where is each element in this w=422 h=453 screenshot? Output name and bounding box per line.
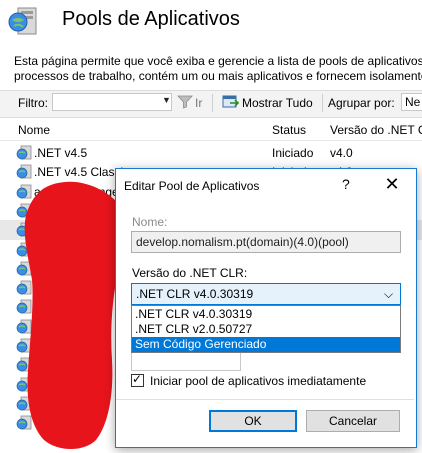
chevron-down-icon[interactable]: ⌵: [384, 287, 393, 302]
ok-button[interactable]: OK: [209, 410, 297, 432]
redaction-mark: [24, 181, 125, 450]
group-by-select[interactable]: Ne: [401, 93, 422, 111]
go-button[interactable]: Ir: [195, 96, 202, 110]
autostart-label[interactable]: Iniciar pool de aplicativos imediatament…: [150, 374, 366, 388]
show-all-icon[interactable]: [222, 94, 240, 110]
toolbar-separator: [212, 94, 213, 112]
filter-dropdown-arrow-icon[interactable]: ▼: [162, 95, 171, 105]
dialog-footer-divider: [116, 399, 414, 400]
row-clr-version: v4.0: [330, 146, 353, 160]
clr-version-select[interactable]: .NET CLR v4.0.30319: [131, 283, 401, 305]
toolbar-separator: [322, 94, 323, 112]
row-status: Iniciado: [272, 146, 314, 160]
name-label: Nome:: [132, 215, 168, 229]
dialog-title: Editar Pool de Aplicativos: [124, 179, 260, 193]
cancel-button[interactable]: Cancelar: [306, 410, 400, 432]
clr-option-no-managed-code[interactable]: Sem Código Gerenciado: [132, 337, 400, 352]
group-by-label: Agrupar por:: [328, 96, 395, 110]
clr-version-dropdown-list: .NET CLR v4.0.30319 .NET CLR v2.0.50727 …: [131, 305, 401, 353]
column-header-clr-version[interactable]: Versão do .NET C: [330, 123, 422, 137]
show-all-button[interactable]: Mostrar Tudo: [242, 96, 313, 110]
name-field: develop.nomalism.pt(domain)(4.0)(pool): [131, 231, 401, 253]
clr-option-v4[interactable]: .NET CLR v4.0.30319: [132, 307, 400, 322]
help-button[interactable]: ?: [342, 176, 350, 192]
column-header-status[interactable]: Status: [272, 123, 306, 137]
checkmark-icon: ✓: [132, 372, 143, 386]
close-button[interactable]: ✕: [382, 174, 402, 194]
pipeline-mode-select[interactable]: [131, 353, 241, 371]
funnel-icon[interactable]: [177, 95, 193, 109]
clr-version-label: Versão do .NET CLR:: [132, 266, 248, 280]
edit-app-pool-dialog: Editar Pool de Aplicativos ? ✕ Nome: dev…: [115, 168, 417, 448]
clr-option-v2[interactable]: .NET CLR v2.0.50727: [132, 322, 400, 337]
